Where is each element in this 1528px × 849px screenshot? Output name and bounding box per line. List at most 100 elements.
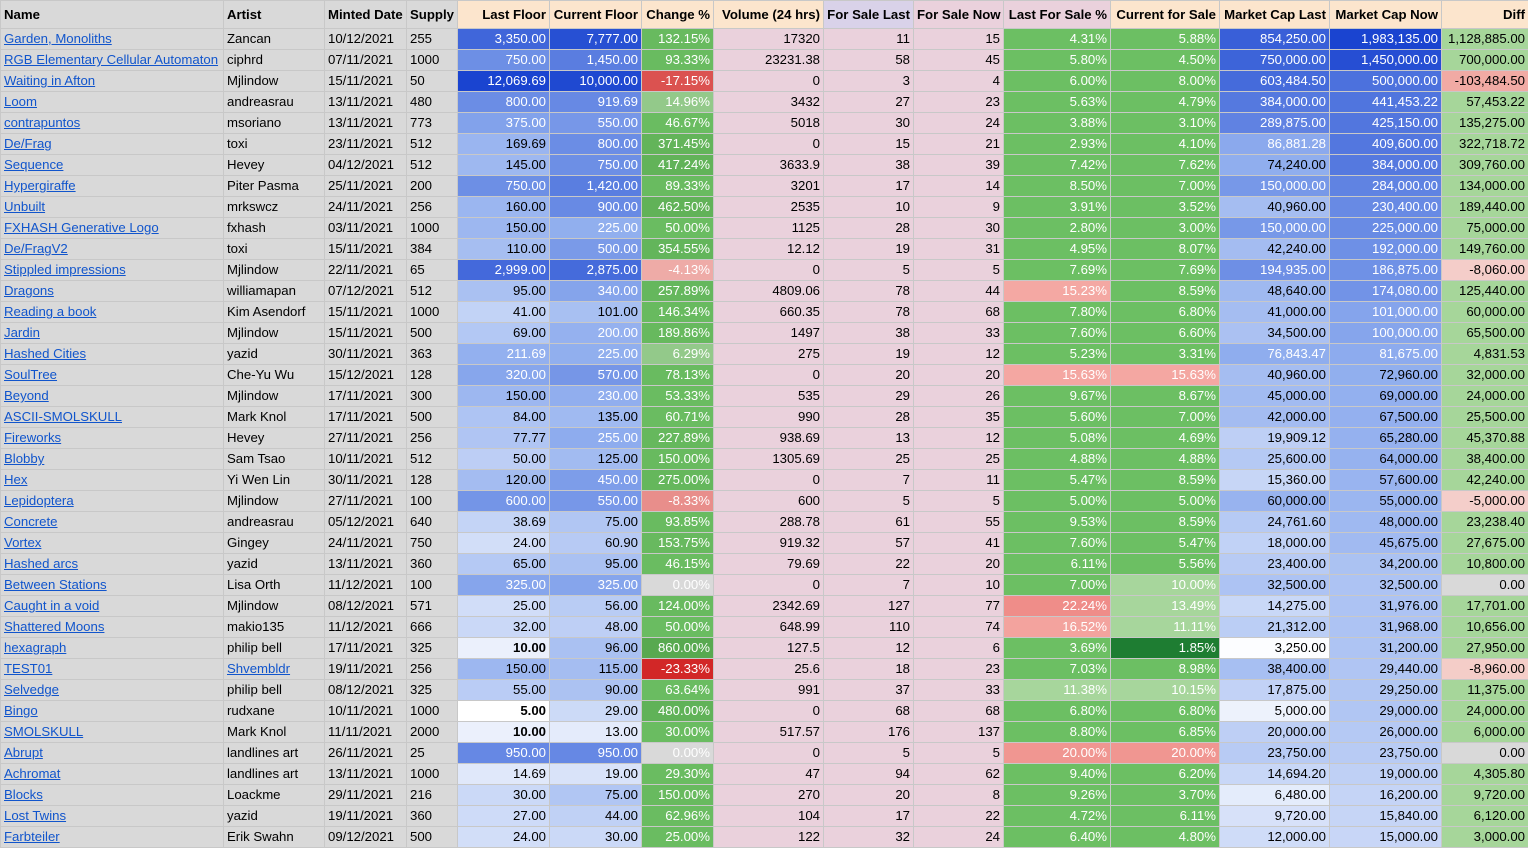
collection-link[interactable]: Stippled impressions [4, 262, 126, 277]
name-cell[interactable]: Lepidoptera [0, 490, 224, 512]
name-cell[interactable]: Concrete [0, 511, 224, 533]
minted-date-cell[interactable]: 08/12/2021 [324, 679, 407, 701]
current-for-sale-cell[interactable]: 8.59% [1110, 511, 1220, 533]
diff-cell[interactable]: 6,120.00 [1441, 805, 1528, 827]
for-sale-now-cell[interactable]: 39 [913, 154, 1004, 176]
current-for-sale-cell[interactable]: 5.88% [1110, 28, 1220, 50]
name-cell[interactable]: hexagraph [0, 637, 224, 659]
market-cap-now-cell[interactable]: 100,000.00 [1329, 322, 1442, 344]
minted-date-cell[interactable]: 08/12/2021 [324, 595, 407, 617]
minted-date-cell[interactable]: 30/11/2021 [324, 469, 407, 491]
artist-cell[interactable]: rudxane [223, 700, 325, 722]
market-cap-now-cell[interactable]: 65,280.00 [1329, 427, 1442, 449]
for-sale-last-cell[interactable]: 110 [823, 616, 914, 638]
change-cell[interactable]: 257.89% [641, 280, 714, 302]
current-for-sale-cell[interactable]: 5.56% [1110, 553, 1220, 575]
current-for-sale-cell[interactable]: 6.80% [1110, 700, 1220, 722]
supply-cell[interactable]: 50 [406, 70, 458, 92]
for-sale-now-cell[interactable]: 74 [913, 616, 1004, 638]
minted-date-cell[interactable]: 17/11/2021 [324, 637, 407, 659]
for-sale-last-cell[interactable]: 58 [823, 49, 914, 71]
current-floor-cell[interactable]: 225.00 [549, 217, 642, 239]
for-sale-last-cell[interactable]: 94 [823, 763, 914, 785]
artist-cell[interactable]: Mjlindow [223, 490, 325, 512]
diff-cell[interactable]: 38,400.00 [1441, 448, 1528, 470]
diff-cell[interactable]: 65,500.00 [1441, 322, 1528, 344]
artist-cell[interactable]: philip bell [223, 679, 325, 701]
artist-cell[interactable]: Mjlindow [223, 259, 325, 281]
volume-cell[interactable]: 517.57 [713, 721, 824, 743]
volume-cell[interactable]: 0 [713, 574, 824, 596]
for-sale-now-cell[interactable]: 10 [913, 574, 1004, 596]
current-floor-cell[interactable]: 125.00 [549, 448, 642, 470]
market-cap-last-cell[interactable]: 12,000.00 [1219, 826, 1330, 848]
supply-cell[interactable]: 360 [406, 805, 458, 827]
header-last-floor[interactable]: Last Floor [457, 0, 550, 29]
current-for-sale-cell[interactable]: 8.00% [1110, 70, 1220, 92]
market-cap-last-cell[interactable]: 15,360.00 [1219, 469, 1330, 491]
for-sale-last-cell[interactable]: 15 [823, 133, 914, 155]
artist-cell[interactable]: yazid [223, 805, 325, 827]
change-cell[interactable]: 50.00% [641, 616, 714, 638]
volume-cell[interactable]: 660.35 [713, 301, 824, 323]
last-for-sale-pct-cell[interactable]: 6.80% [1003, 700, 1111, 722]
for-sale-last-cell[interactable]: 7 [823, 574, 914, 596]
current-for-sale-cell[interactable]: 3.00% [1110, 217, 1220, 239]
supply-cell[interactable]: 512 [406, 154, 458, 176]
market-cap-last-cell[interactable]: 76,843.47 [1219, 343, 1330, 365]
diff-cell[interactable]: 189,440.00 [1441, 196, 1528, 218]
last-floor-cell[interactable]: 77.77 [457, 427, 550, 449]
volume-cell[interactable]: 990 [713, 406, 824, 428]
last-for-sale-pct-cell[interactable]: 5.80% [1003, 49, 1111, 71]
for-sale-now-cell[interactable]: 55 [913, 511, 1004, 533]
last-for-sale-pct-cell[interactable]: 4.88% [1003, 448, 1111, 470]
minted-date-cell[interactable]: 07/11/2021 [324, 49, 407, 71]
minted-date-cell[interactable]: 15/12/2021 [324, 364, 407, 386]
last-for-sale-pct-cell[interactable]: 6.40% [1003, 826, 1111, 848]
volume-cell[interactable]: 0 [713, 259, 824, 281]
market-cap-now-cell[interactable]: 23,750.00 [1329, 742, 1442, 764]
collection-link[interactable]: Farbteiler [4, 829, 60, 844]
volume-cell[interactable]: 23231.38 [713, 49, 824, 71]
volume-cell[interactable]: 1497 [713, 322, 824, 344]
minted-date-cell[interactable]: 04/12/2021 [324, 154, 407, 176]
market-cap-now-cell[interactable]: 34,200.00 [1329, 553, 1442, 575]
collection-link[interactable]: Hashed arcs [4, 556, 78, 571]
minted-date-cell[interactable]: 25/11/2021 [324, 175, 407, 197]
current-for-sale-cell[interactable]: 6.60% [1110, 322, 1220, 344]
supply-cell[interactable]: 256 [406, 427, 458, 449]
last-floor-cell[interactable]: 14.69 [457, 763, 550, 785]
change-cell[interactable]: 46.67% [641, 112, 714, 134]
change-cell[interactable]: -17.15% [641, 70, 714, 92]
supply-cell[interactable]: 512 [406, 280, 458, 302]
market-cap-last-cell[interactable]: 60,000.00 [1219, 490, 1330, 512]
last-for-sale-pct-cell[interactable]: 15.63% [1003, 364, 1111, 386]
market-cap-now-cell[interactable]: 29,250.00 [1329, 679, 1442, 701]
artist-cell[interactable]: Mjlindow [223, 385, 325, 407]
current-floor-cell[interactable]: 95.00 [549, 553, 642, 575]
current-floor-cell[interactable]: 325.00 [549, 574, 642, 596]
minted-date-cell[interactable]: 29/11/2021 [324, 784, 407, 806]
current-floor-cell[interactable]: 950.00 [549, 742, 642, 764]
last-floor-cell[interactable]: 150.00 [457, 658, 550, 680]
current-for-sale-cell[interactable]: 8.07% [1110, 238, 1220, 260]
change-cell[interactable]: 150.00% [641, 784, 714, 806]
for-sale-now-cell[interactable]: 41 [913, 532, 1004, 554]
last-floor-cell[interactable]: 32.00 [457, 616, 550, 638]
for-sale-last-cell[interactable]: 32 [823, 826, 914, 848]
last-for-sale-pct-cell[interactable]: 16.52% [1003, 616, 1111, 638]
last-for-sale-pct-cell[interactable]: 8.80% [1003, 721, 1111, 743]
last-for-sale-pct-cell[interactable]: 22.24% [1003, 595, 1111, 617]
last-for-sale-pct-cell[interactable]: 7.42% [1003, 154, 1111, 176]
collection-link[interactable]: Beyond [4, 388, 49, 403]
volume-cell[interactable]: 3633.9 [713, 154, 824, 176]
name-cell[interactable]: Waiting in Afton [0, 70, 224, 92]
volume-cell[interactable]: 104 [713, 805, 824, 827]
for-sale-now-cell[interactable]: 20 [913, 553, 1004, 575]
last-floor-cell[interactable]: 12,069.69 [457, 70, 550, 92]
header-volume[interactable]: Volume (24 hrs) [713, 0, 824, 29]
diff-cell[interactable]: 17,701.00 [1441, 595, 1528, 617]
diff-cell[interactable]: 24,000.00 [1441, 700, 1528, 722]
market-cap-now-cell[interactable]: 15,000.00 [1329, 826, 1442, 848]
market-cap-last-cell[interactable]: 19,909.12 [1219, 427, 1330, 449]
